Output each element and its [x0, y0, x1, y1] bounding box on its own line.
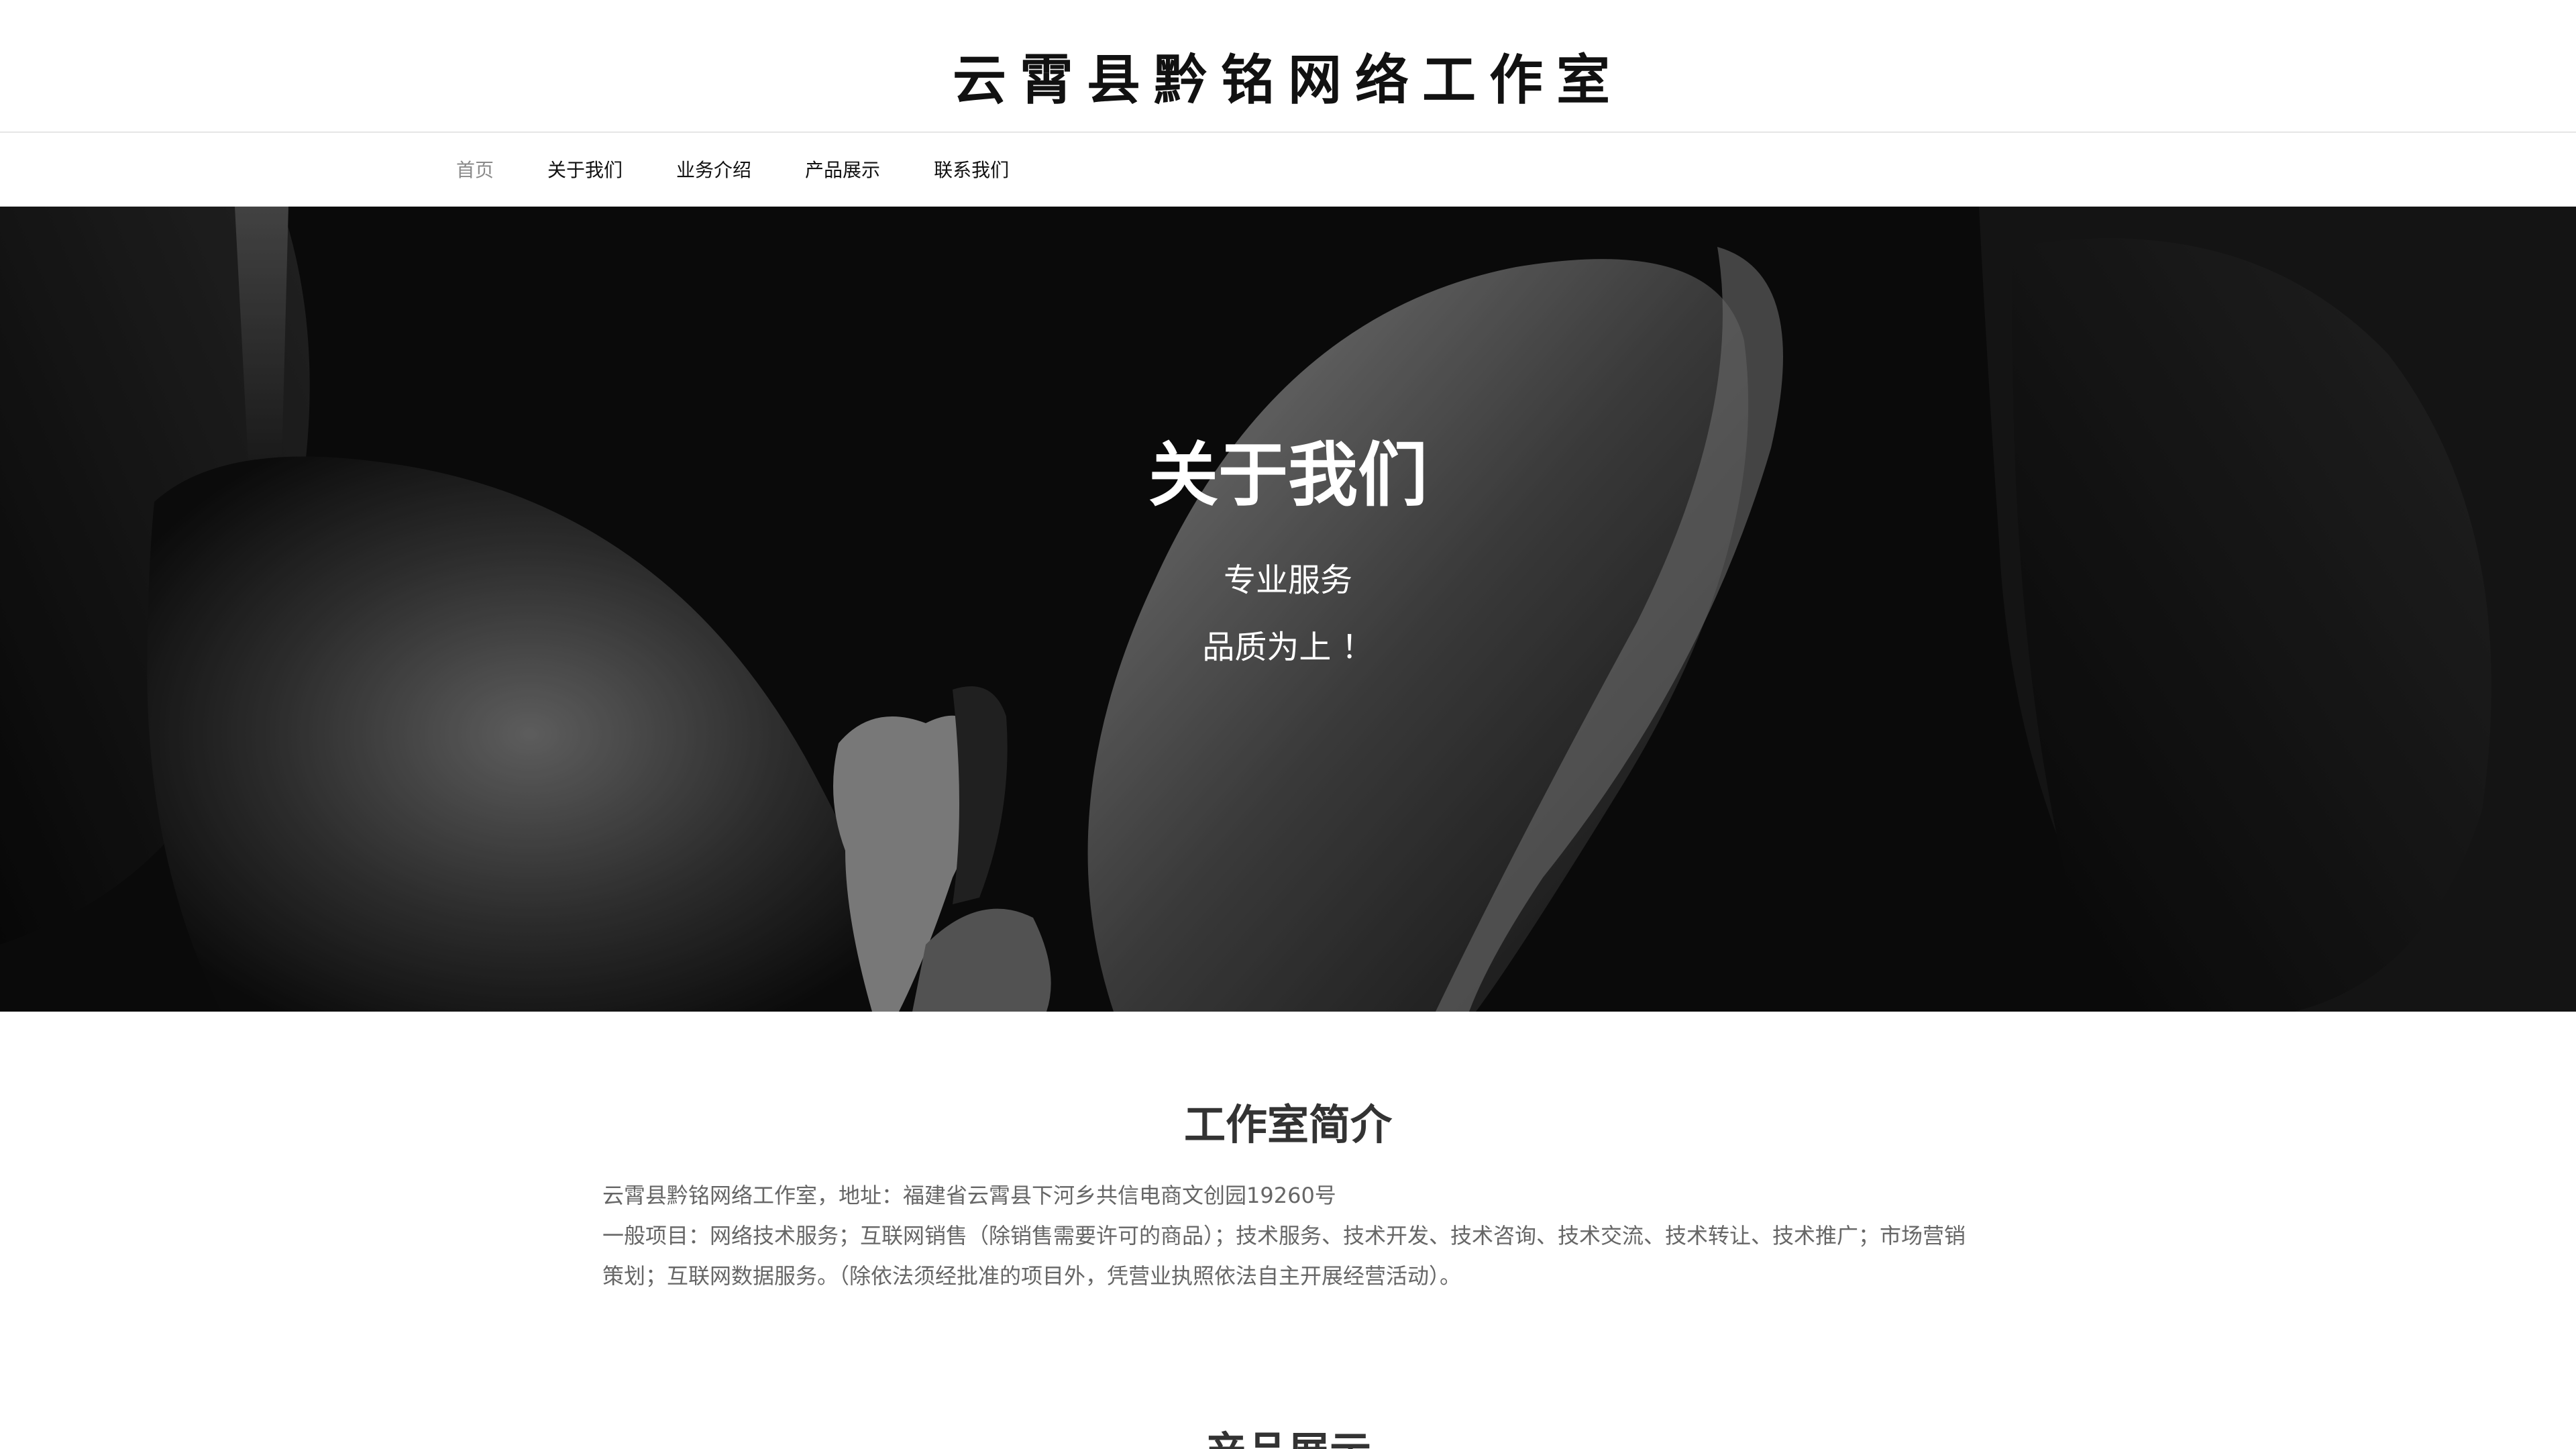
nav-item-contact[interactable]: 联系我们 [934, 157, 1009, 184]
intro-section: 工作室简介 云霄县黔铭网络工作室，地址：福建省云霄县下河乡共信电商文创园1926… [0, 1012, 2576, 1387]
hero-content: 关于我们 专业服务 品质为上 ！ [0, 207, 2576, 1012]
nav-item-home[interactable]: 首页 [456, 157, 494, 184]
products-title: 产品展示 [0, 1422, 2576, 1449]
nav-item-about[interactable]: 关于我们 [547, 157, 623, 184]
hero-tagline-2: 品质为上 ！ [1202, 629, 1374, 666]
site-title[interactable]: 云霄县黔铭网络工作室 [0, 44, 2576, 117]
products-section: 产品展示 [0, 1387, 2576, 1449]
hero-banner: 关于我们 专业服务 品质为上 ！ [0, 207, 2576, 1012]
site-header: 云霄县黔铭网络工作室 [0, 0, 2576, 133]
intro-title: 工作室简介 [1183, 1100, 1392, 1149]
hero-tagline-1: 专业服务 [1223, 561, 1352, 599]
intro-paragraph-address: 云霄县黔铭网络工作室，地址：福建省云霄县下河乡共信电商文创园19260号 [602, 1183, 1336, 1208]
nav-item-products[interactable]: 产品展示 [805, 157, 880, 184]
nav-list: 首页 关于我们 业务介绍 产品展示 联系我们 [456, 134, 1009, 207]
hero-title: 关于我们 [1148, 434, 1428, 516]
nav-item-business[interactable]: 业务介绍 [676, 157, 751, 184]
main-nav: 首页 关于我们 业务介绍 产品展示 联系我们 [0, 134, 2576, 207]
intro-text: 云霄县黔铭网络工作室，地址：福建省云霄县下河乡共信电商文创园19260号 一般项… [602, 1175, 1974, 1296]
intro-paragraph-scope: 一般项目：网络技术服务；互联网销售（除销售需要许可的商品）；技术服务、技术开发、… [602, 1223, 1966, 1289]
